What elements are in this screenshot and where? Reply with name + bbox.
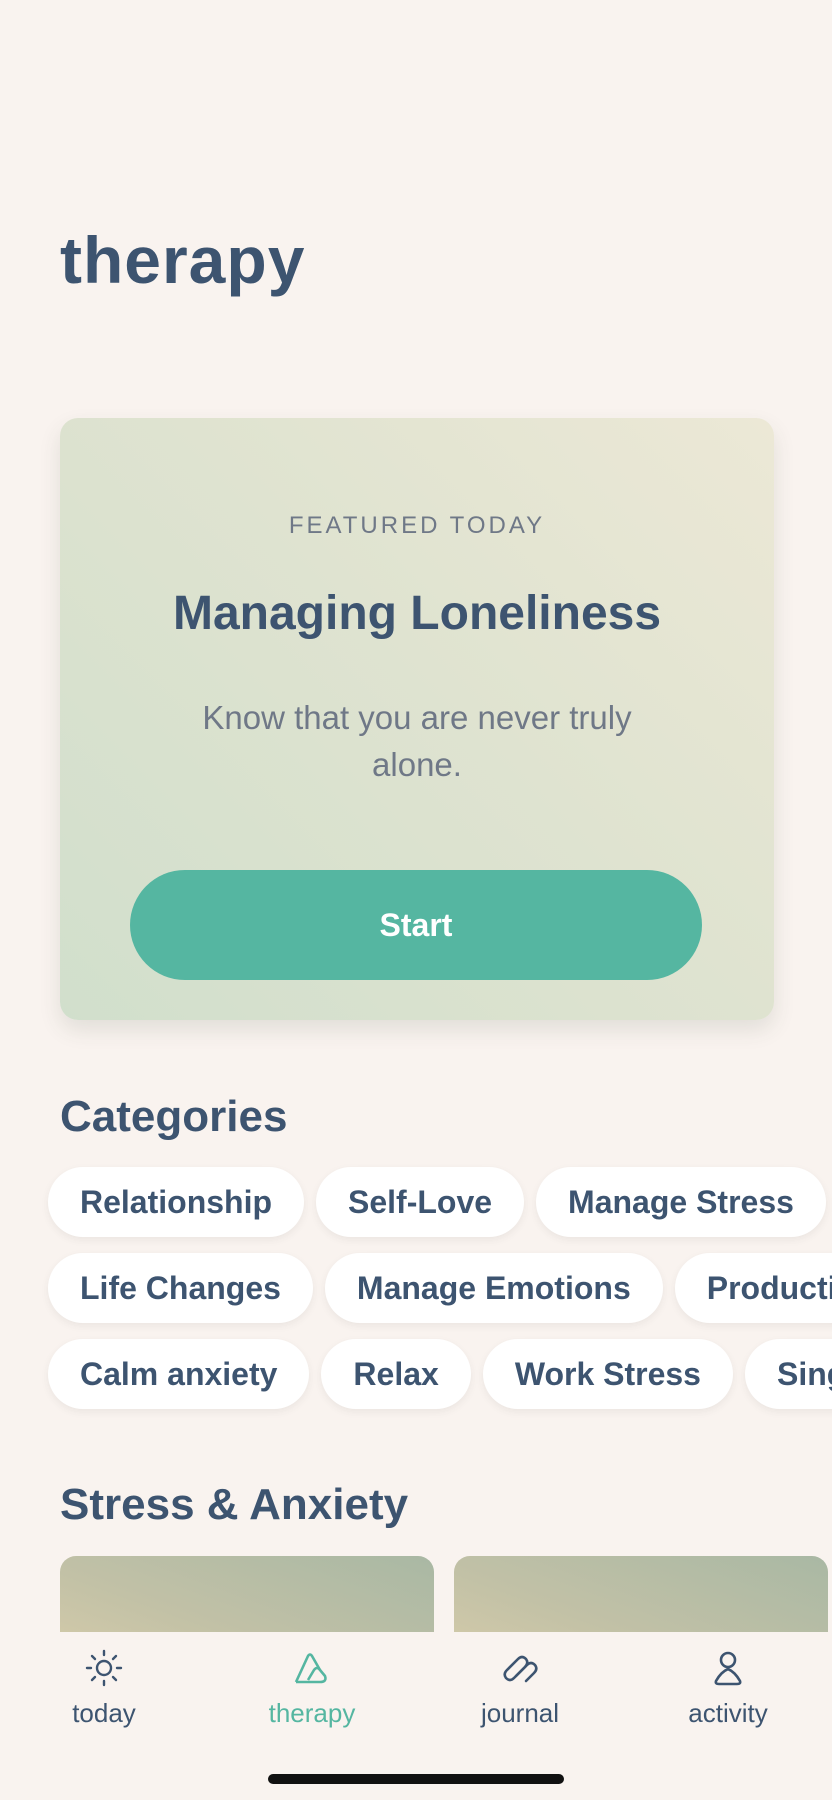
tab-today[interactable]: today <box>0 1648 208 1748</box>
sun-icon <box>85 1649 123 1687</box>
category-chip-work-stress[interactable]: Work Stress <box>482 1339 733 1409</box>
tab-label: journal <box>480 1698 560 1728</box>
therapy-screen: therapy FEATURED TODAY Managing Loneline… <box>0 0 832 1800</box>
category-row-2: Life Changes Manage Emotions Productivit… <box>48 1253 832 1323</box>
category-chip-manage-stress[interactable]: Manage Stress <box>536 1167 826 1237</box>
categories-heading: Categories <box>60 1092 288 1141</box>
featured-title: Managing Loneliness <box>172 587 662 640</box>
category-chip-productivity[interactable]: Productivity <box>674 1253 832 1323</box>
category-row-3: Calm anxiety Relax Work Stress Sing <box>48 1339 832 1409</box>
tab-label: activity <box>688 1698 768 1728</box>
category-chip-calm-anxiety[interactable]: Calm anxiety <box>48 1339 310 1409</box>
mountain-icon <box>294 1653 327 1684</box>
category-chip-relax[interactable]: Relax <box>321 1339 471 1409</box>
page-title: therapy <box>60 223 306 297</box>
tab-activity[interactable]: activity <box>624 1648 832 1748</box>
tab-label: therapy <box>268 1698 356 1728</box>
category-chip-manage-emotions[interactable]: Manage Emotions <box>324 1253 663 1323</box>
journal-icon <box>503 1655 538 1683</box>
category-chip-life-changes[interactable]: Life Changes <box>48 1253 313 1323</box>
tab-therapy[interactable]: therapy <box>208 1648 416 1748</box>
featured-subtitle: Know that you are never truly alone. <box>202 699 632 783</box>
person-icon <box>714 1651 742 1686</box>
category-chip-sing[interactable]: Sing <box>744 1339 832 1409</box>
stress-anxiety-heading: Stress & Anxiety <box>60 1480 409 1529</box>
start-button[interactable]: Start <box>130 870 702 980</box>
featured-card[interactable]: FEATURED TODAY Managing Loneliness Know … <box>60 418 774 1020</box>
category-chip-self-love[interactable]: Self-Love <box>316 1167 525 1237</box>
featured-eyebrow: FEATURED TODAY <box>288 512 546 539</box>
category-row-1: Relationship Self-Love Manage Stress <box>48 1167 832 1237</box>
home-indicator[interactable] <box>268 1774 564 1784</box>
tab-journal[interactable]: journal <box>416 1648 624 1748</box>
tab-label: today <box>72 1698 136 1728</box>
category-chip-relationship[interactable]: Relationship <box>48 1167 305 1237</box>
